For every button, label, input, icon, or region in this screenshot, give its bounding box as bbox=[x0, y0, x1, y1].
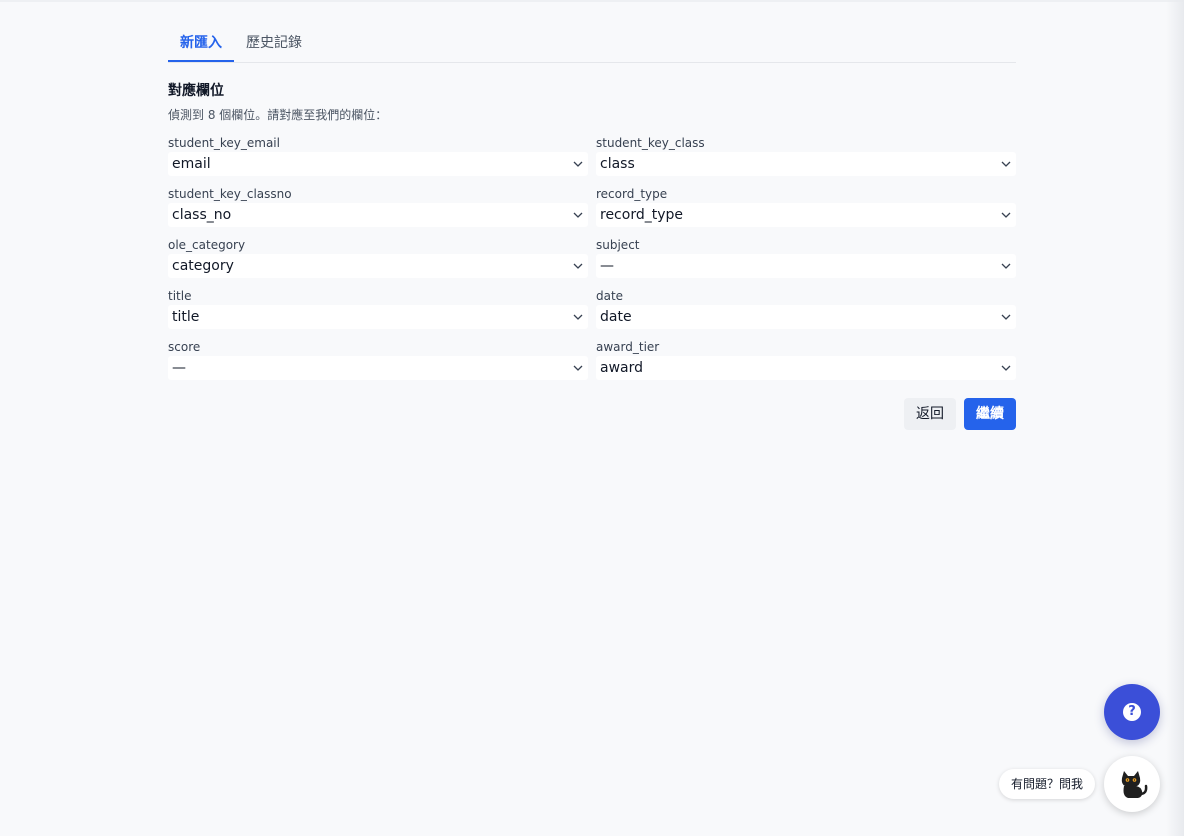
chevron-down-icon bbox=[1001, 263, 1011, 269]
mapping-field: date date bbox=[596, 288, 1016, 329]
form-actions: 返回 繼續 bbox=[168, 398, 1016, 430]
field-mapping-grid: student_key_email email student_key_clas… bbox=[168, 135, 1016, 380]
chevron-down-icon bbox=[573, 161, 583, 167]
field-label: ole_category bbox=[168, 238, 246, 252]
chevron-down-icon bbox=[573, 314, 583, 320]
section-description: 偵測到 8 個欄位。請對應至我們的欄位： bbox=[168, 108, 388, 122]
field-label: award_tier bbox=[596, 340, 660, 354]
tab-history[interactable]: 歷史記錄 bbox=[234, 28, 314, 62]
tab-bar: 新匯入 歷史記錄 bbox=[168, 28, 1016, 63]
select-value: date bbox=[600, 309, 632, 325]
field-label: student_key_email bbox=[168, 136, 280, 150]
import-panel: 新匯入 歷史記錄 對應欄位 偵測到 8 個欄位。請對應至我們的欄位： stude… bbox=[168, 28, 1016, 430]
scrollbar-shade bbox=[1166, 0, 1184, 836]
top-border bbox=[0, 0, 1184, 2]
select-value: record_type bbox=[600, 207, 683, 223]
field-select[interactable]: record_type bbox=[596, 203, 1016, 227]
mapping-field: student_key_email email bbox=[168, 135, 588, 176]
field-select[interactable]: award bbox=[596, 356, 1016, 380]
field-select[interactable]: — bbox=[168, 356, 588, 380]
select-value: — bbox=[600, 258, 614, 274]
field-label: student_key_classno bbox=[168, 187, 292, 201]
assistant-button[interactable] bbox=[1104, 756, 1160, 812]
field-select[interactable]: category bbox=[168, 254, 588, 278]
chevron-down-icon bbox=[573, 212, 583, 218]
continue-button[interactable]: 繼續 bbox=[964, 398, 1016, 430]
select-value: category bbox=[172, 258, 234, 274]
mapping-field: student_key_class class bbox=[596, 135, 1016, 176]
field-select[interactable]: date bbox=[596, 305, 1016, 329]
chevron-down-icon bbox=[1001, 212, 1011, 218]
section-title: 對應欄位 bbox=[168, 83, 224, 99]
select-value: email bbox=[172, 156, 211, 172]
select-value: class bbox=[600, 156, 635, 172]
field-label: subject bbox=[596, 238, 640, 252]
mapping-field: title title bbox=[168, 288, 588, 329]
field-select[interactable]: class bbox=[596, 152, 1016, 176]
field-select[interactable]: class_no bbox=[168, 203, 588, 227]
chevron-down-icon bbox=[1001, 314, 1011, 320]
field-select[interactable]: — bbox=[596, 254, 1016, 278]
mapping-field: record_type record_type bbox=[596, 186, 1016, 227]
field-select[interactable]: title bbox=[168, 305, 588, 329]
field-label: title bbox=[168, 289, 192, 303]
select-value: class_no bbox=[172, 207, 232, 223]
field-label: student_key_class bbox=[596, 136, 705, 150]
field-label: record_type bbox=[596, 187, 668, 201]
ask-me-bubble[interactable]: 有問題？問我 bbox=[999, 769, 1096, 799]
chevron-down-icon bbox=[1001, 365, 1011, 371]
field-label: score bbox=[168, 340, 201, 354]
cat-icon bbox=[1121, 771, 1148, 798]
select-value: award bbox=[600, 360, 644, 376]
question-icon: ? bbox=[1123, 703, 1141, 721]
mapping-field: score — bbox=[168, 339, 588, 380]
back-button[interactable]: 返回 bbox=[904, 398, 956, 430]
field-select[interactable]: email bbox=[168, 152, 588, 176]
mapping-field: subject — bbox=[596, 237, 1016, 278]
mapping-field: ole_category category bbox=[168, 237, 588, 278]
chevron-down-icon bbox=[1001, 161, 1011, 167]
chevron-down-icon bbox=[573, 365, 583, 371]
mapping-field: award_tier award bbox=[596, 339, 1016, 380]
mapping-field: student_key_classno class_no bbox=[168, 186, 588, 227]
select-value: — bbox=[172, 360, 186, 376]
field-label: date bbox=[596, 289, 624, 303]
select-value: title bbox=[172, 309, 200, 325]
help-button[interactable]: ? bbox=[1104, 684, 1160, 740]
chevron-down-icon bbox=[573, 263, 583, 269]
tab-new-import[interactable]: 新匯入 bbox=[168, 28, 234, 62]
